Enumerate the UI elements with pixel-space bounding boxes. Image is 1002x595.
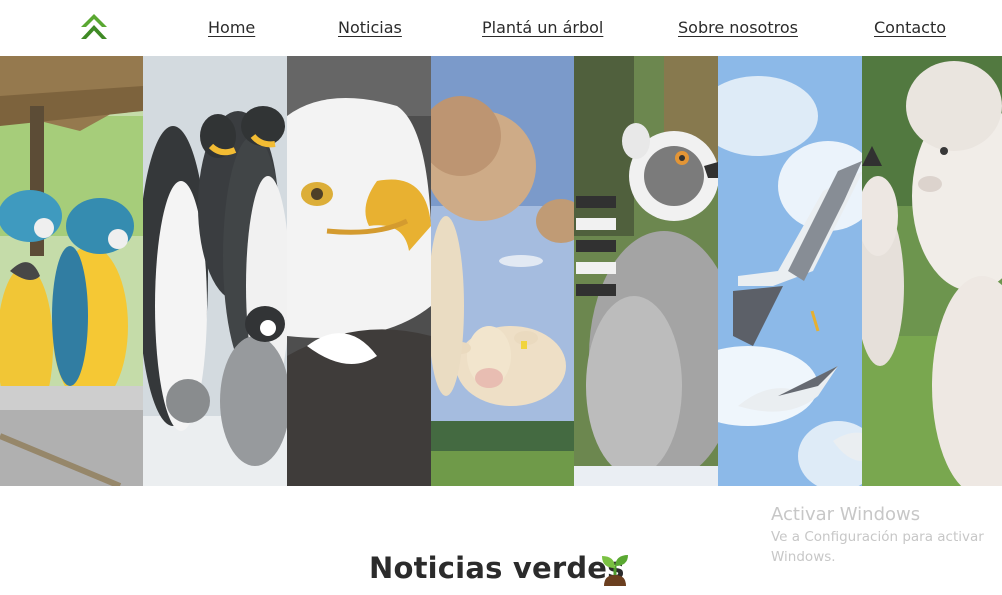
sprout-icon: [602, 555, 628, 586]
eagle-image: [287, 56, 431, 486]
hero-panel-penguins: [143, 56, 287, 486]
hero-panel-lemur: [574, 56, 718, 486]
windows-activation-line-1: Ve a Configuración para activar: [771, 529, 984, 545]
penguin-image: [143, 56, 287, 486]
nav-link-sobre-nosotros[interactable]: Sobre nosotros: [678, 18, 798, 37]
nav-link-planta-un-arbol[interactable]: Plantá un árbol: [482, 18, 603, 37]
lemur-image: [574, 56, 718, 486]
seagull-image: [718, 56, 862, 486]
alpaca-image: [862, 56, 1002, 486]
top-navbar: Home Noticias Plantá un árbol Sobre noso…: [0, 0, 1002, 56]
nav-link-home[interactable]: Home: [208, 18, 255, 37]
hero-panel-seagulls: [718, 56, 862, 486]
windows-activation-line-2: Windows.: [771, 549, 836, 565]
hero-animal-strip: [0, 56, 1002, 486]
hero-panel-alpacas: [862, 56, 1002, 486]
hero-panel-eagle: [287, 56, 431, 486]
section-title: Noticias verdes: [369, 551, 625, 585]
hero-panel-cows: [431, 56, 574, 486]
nav-link-contacto[interactable]: Contacto: [874, 18, 946, 37]
macaw-image: [0, 56, 143, 486]
windows-activation-title: Activar Windows: [771, 504, 921, 525]
double-chevron-up-icon[interactable]: [79, 13, 109, 43]
cow-image: [431, 56, 574, 486]
hero-panel-macaws: [0, 56, 143, 486]
nav-link-noticias[interactable]: Noticias: [338, 18, 402, 37]
